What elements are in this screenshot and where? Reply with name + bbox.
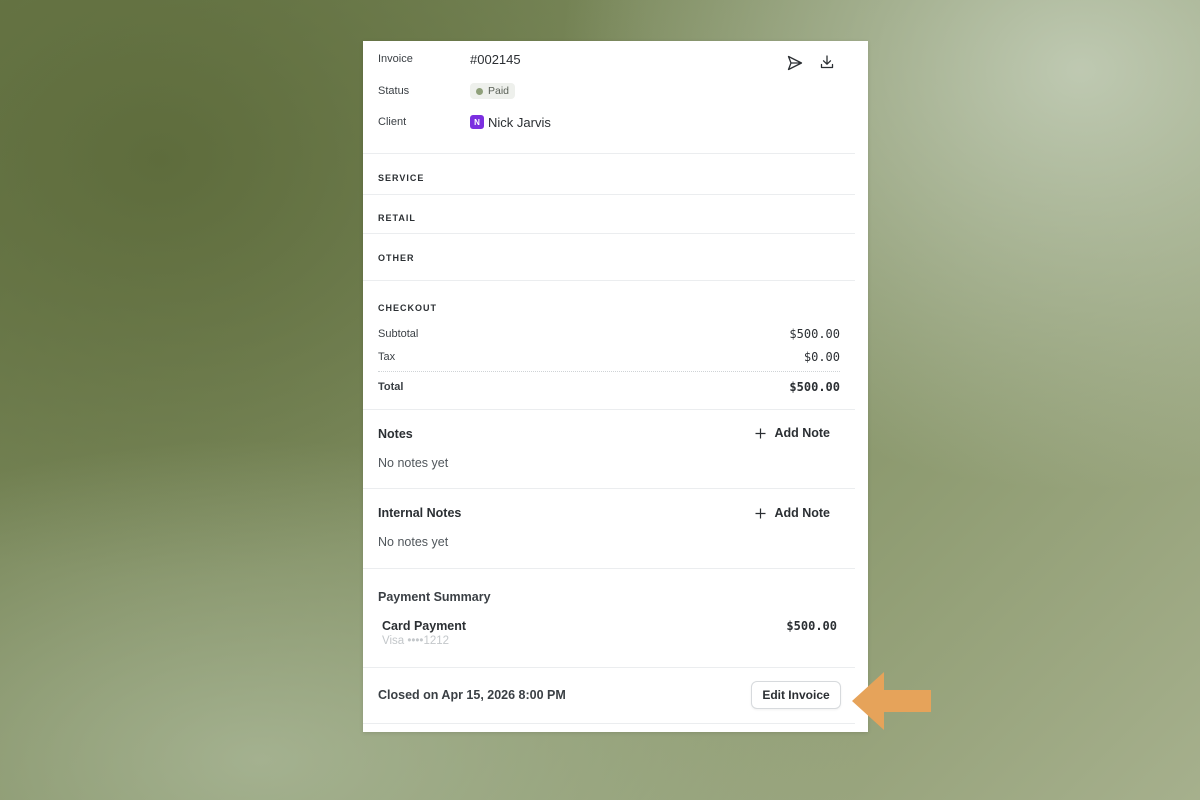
payment-method: Card Payment <box>382 619 467 633</box>
divider <box>363 723 855 724</box>
add-internal-note-button[interactable]: Add Note <box>755 506 830 520</box>
closed-status: Closed on Apr 15, 2026 8:00 PM <box>378 688 566 702</box>
tax-label: Tax <box>378 351 396 363</box>
section-retail[interactable]: RETAIL <box>378 213 416 223</box>
divider <box>363 568 855 569</box>
invoice-number: #002145 <box>470 51 521 67</box>
internal-notes-empty: No notes yet <box>378 535 449 549</box>
total-label: Total <box>378 381 404 393</box>
divider <box>363 153 855 154</box>
section-service[interactable]: SERVICE <box>378 173 424 183</box>
total-value: $500.00 <box>789 380 840 394</box>
internal-notes-title: Internal Notes <box>378 506 462 520</box>
add-internal-note-label: Add Note <box>774 506 830 520</box>
divider <box>363 488 855 489</box>
client-avatar: N <box>470 115 484 129</box>
send-button[interactable] <box>785 53 805 73</box>
tax-row: Tax $0.00 <box>378 350 840 364</box>
notes-empty: No notes yet <box>378 456 449 470</box>
plus-icon <box>755 508 766 518</box>
divider <box>363 409 855 410</box>
edit-invoice-button[interactable]: Edit Invoice <box>751 681 841 709</box>
client-row: Client N Nick Jarvis <box>378 112 551 132</box>
invoice-row: Invoice #002145 <box>378 49 521 69</box>
send-icon <box>787 55 803 71</box>
status-value: Paid <box>488 85 510 97</box>
divider <box>363 280 855 281</box>
payment-amount: $500.00 <box>786 619 837 633</box>
client-label: Client <box>378 116 407 128</box>
add-note-label: Add Note <box>774 426 830 440</box>
invoice-label: Invoice <box>378 53 413 65</box>
download-icon <box>820 55 834 69</box>
divider <box>363 194 855 195</box>
status-dot-icon <box>476 87 483 95</box>
card-info: Visa ••••1212 <box>382 635 450 647</box>
download-button[interactable] <box>817 52 837 72</box>
payment-summary-title: Payment Summary <box>378 590 491 604</box>
invoice-panel: Invoice #002145 Status Paid Client N Nic… <box>363 41 868 732</box>
client-name[interactable]: Nick Jarvis <box>488 115 551 130</box>
total-row: Total $500.00 <box>378 380 840 394</box>
plus-icon <box>755 428 766 438</box>
checkout-title: CHECKOUT <box>378 303 437 313</box>
total-separator <box>378 371 840 372</box>
subtotal-value: $500.00 <box>789 327 840 341</box>
section-other[interactable]: OTHER <box>378 253 415 263</box>
status-label: Status <box>378 85 410 97</box>
status-badge: Paid <box>470 83 516 99</box>
divider <box>363 667 855 668</box>
add-note-button[interactable]: Add Note <box>755 426 830 440</box>
divider <box>363 233 855 234</box>
status-row: Status Paid <box>378 81 516 101</box>
subtotal-label: Subtotal <box>378 328 419 340</box>
pointer-arrow-icon <box>852 672 931 730</box>
subtotal-row: Subtotal $500.00 <box>378 327 840 341</box>
notes-title: Notes <box>378 427 413 441</box>
tax-value: $0.00 <box>803 350 840 364</box>
